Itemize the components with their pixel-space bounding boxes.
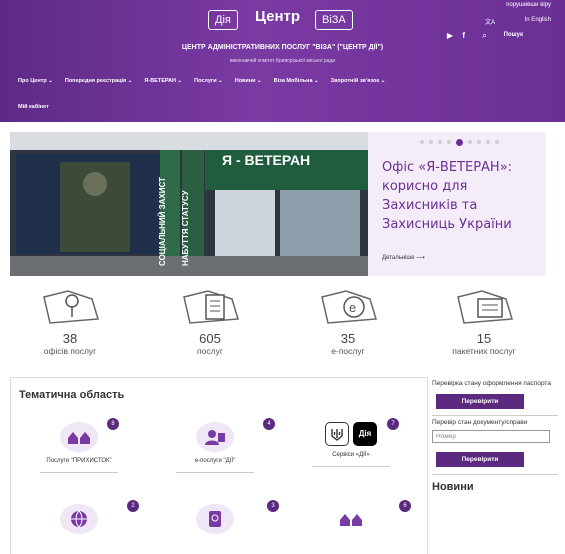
- stat-number: 38: [62, 331, 78, 346]
- news-heading: Новини: [432, 481, 474, 493]
- hero-more-link[interactable]: Детальніше ⟶: [382, 254, 425, 261]
- slider-dot[interactable]: [486, 140, 490, 144]
- stat-e-services: e 35 е-послуг: [288, 285, 408, 356]
- tile-label: Послуги "ПРИХИСТОК": [46, 458, 112, 464]
- main-nav: Про Центр ⌄ Попередня реєстрація ⌄ Я-ВЕТ…: [18, 78, 385, 84]
- stat-label: е-послуг: [331, 346, 365, 356]
- house-icon: [60, 422, 98, 452]
- search-icon[interactable]: ⌕: [482, 30, 487, 41]
- stat-label: послуг: [197, 346, 223, 356]
- topics-section: Тематична область 8 Послуги "ПРИХИСТОК" …: [10, 377, 428, 554]
- count-badge: 7: [387, 418, 399, 430]
- slider-dot-active[interactable]: [456, 139, 463, 146]
- nav-item-veteran[interactable]: Я-ВЕТЕРАН ⌄: [144, 78, 182, 84]
- dia-app-icon: Дія: [353, 422, 377, 446]
- svg-text:e: e: [349, 300, 356, 315]
- tile-label: е-послуги "ДІЇ": [194, 458, 236, 464]
- nav-item-services[interactable]: Послуги ⌄: [194, 78, 223, 84]
- hero-banner-text: Я - ВЕТЕРАН: [222, 152, 311, 168]
- stats-row: 38 офісів послуг 605 послуг e 35 е-послу…: [10, 285, 550, 365]
- passport-icon: [196, 504, 234, 534]
- divider: [312, 466, 390, 467]
- hero-vertical-text-1: СОЦІАЛЬНИЙ ЗАХИСТ: [158, 177, 167, 266]
- sidebar: Перевірка стану оформлення паспорта Пере…: [432, 377, 558, 554]
- trident-icon: [325, 422, 349, 446]
- number-input[interactable]: Номер: [432, 430, 550, 443]
- stat-number: 605: [199, 331, 221, 346]
- top-right-text: порушивши віру: [506, 2, 551, 8]
- site-header: Дія Центр ВіЗА порушивши віру 文A In Engl…: [0, 0, 565, 122]
- stat-offices: 38 офісів послуг: [10, 285, 130, 356]
- centr-logo[interactable]: Центр: [255, 8, 300, 25]
- stat-number: 35: [340, 331, 356, 346]
- topic-tile-dia-services[interactable]: Дія 7 Сервіси «ДІЇ»: [291, 418, 411, 467]
- topic-tile-6[interactable]: 6: [291, 500, 411, 540]
- page-subtitle: виконавчий комітет Криворізької міської …: [229, 58, 336, 64]
- e-service-icon: e: [321, 290, 377, 324]
- slider-dot[interactable]: [420, 140, 424, 144]
- package-icon: [457, 290, 513, 324]
- nav-item-news[interactable]: Новини ⌄: [235, 78, 262, 84]
- slider-dot[interactable]: [495, 140, 499, 144]
- viza-logo[interactable]: ВіЗА: [315, 10, 353, 30]
- check-document-button[interactable]: Перевірити: [436, 452, 524, 467]
- stat-number: 15: [476, 331, 492, 346]
- topic-tile-4[interactable]: 2: [19, 500, 139, 540]
- dia-logo[interactable]: Дія: [208, 10, 238, 30]
- slider-dots: [420, 139, 499, 146]
- globe-icon: [60, 504, 98, 534]
- search-link[interactable]: Пошук: [504, 32, 523, 38]
- count-badge: 4: [263, 418, 275, 430]
- document-check-label: Перевір стан документу/справи: [432, 419, 528, 426]
- topic-tile-5[interactable]: 3: [155, 500, 279, 540]
- stat-packages: 15 пакетних послуг: [424, 285, 544, 356]
- topic-tile-e-services[interactable]: 4 е-послуги "ДІЇ": [155, 418, 275, 473]
- map-pin-icon: [43, 290, 99, 324]
- divider: [40, 472, 118, 473]
- stat-services: 605 послуг: [150, 285, 270, 356]
- tile-label: Сервіси «ДІЇ»: [332, 452, 370, 458]
- page-title: ЦЕНТР АДМІНІСТРАТИВНИХ ПОСЛУГ "ВІЗА" ("Ц…: [181, 44, 384, 51]
- hero-vertical-text-2: НАБУТТЯ СТАТУСУ: [181, 190, 190, 266]
- nav-item-about[interactable]: Про Центр ⌄: [18, 78, 53, 84]
- house-icon: [332, 504, 370, 534]
- hero-slider: Я - ВЕТЕРАН СОЦІАЛЬНИЙ ЗАХИСТ НАБУТТЯ СТ…: [10, 132, 546, 276]
- hero-image[interactable]: Я - ВЕТЕРАН СОЦІАЛЬНИЙ ЗАХИСТ НАБУТТЯ СТ…: [10, 132, 368, 276]
- stat-label: пакетних послуг: [452, 346, 516, 356]
- youtube-icon[interactable]: ▶: [447, 31, 453, 40]
- user-id-icon: [196, 422, 234, 452]
- count-badge: 2: [127, 500, 139, 512]
- check-passport-button[interactable]: Перевірити: [436, 394, 524, 409]
- divider: [176, 472, 254, 473]
- divider: [432, 474, 558, 475]
- slider-dot[interactable]: [429, 140, 433, 144]
- nav-item-feedback[interactable]: Зворотній зв'язок ⌄: [331, 78, 386, 84]
- slider-dot[interactable]: [477, 140, 481, 144]
- slider-dot[interactable]: [468, 140, 472, 144]
- nav-item-cabinet[interactable]: Мій кабінет: [18, 104, 49, 110]
- hero-title[interactable]: Офіс «Я-ВЕТЕРАН»: корисно для Захисників…: [382, 158, 540, 234]
- nav-item-mobile[interactable]: Віза Мобільна ⌄: [274, 78, 319, 84]
- section-title: Тематична область: [19, 389, 125, 401]
- translate-icon[interactable]: 文A: [485, 17, 495, 26]
- slider-dot[interactable]: [447, 140, 451, 144]
- language-link[interactable]: In English: [525, 17, 551, 23]
- divider: [432, 415, 558, 416]
- passport-check-label: Перевірка стану оформлення паспорта: [432, 380, 551, 387]
- count-badge: 3: [267, 500, 279, 512]
- nav-item-registration[interactable]: Попередня реєстрація ⌄: [65, 78, 133, 84]
- count-badge: 6: [399, 500, 411, 512]
- facebook-icon[interactable]: f: [462, 31, 465, 40]
- count-badge: 8: [107, 418, 119, 430]
- slider-dot[interactable]: [438, 140, 442, 144]
- stat-label: офісів послуг: [43, 346, 97, 356]
- topic-tile-shelter[interactable]: 8 Послуги "ПРИХИСТОК": [19, 418, 139, 473]
- document-icon: [183, 290, 239, 324]
